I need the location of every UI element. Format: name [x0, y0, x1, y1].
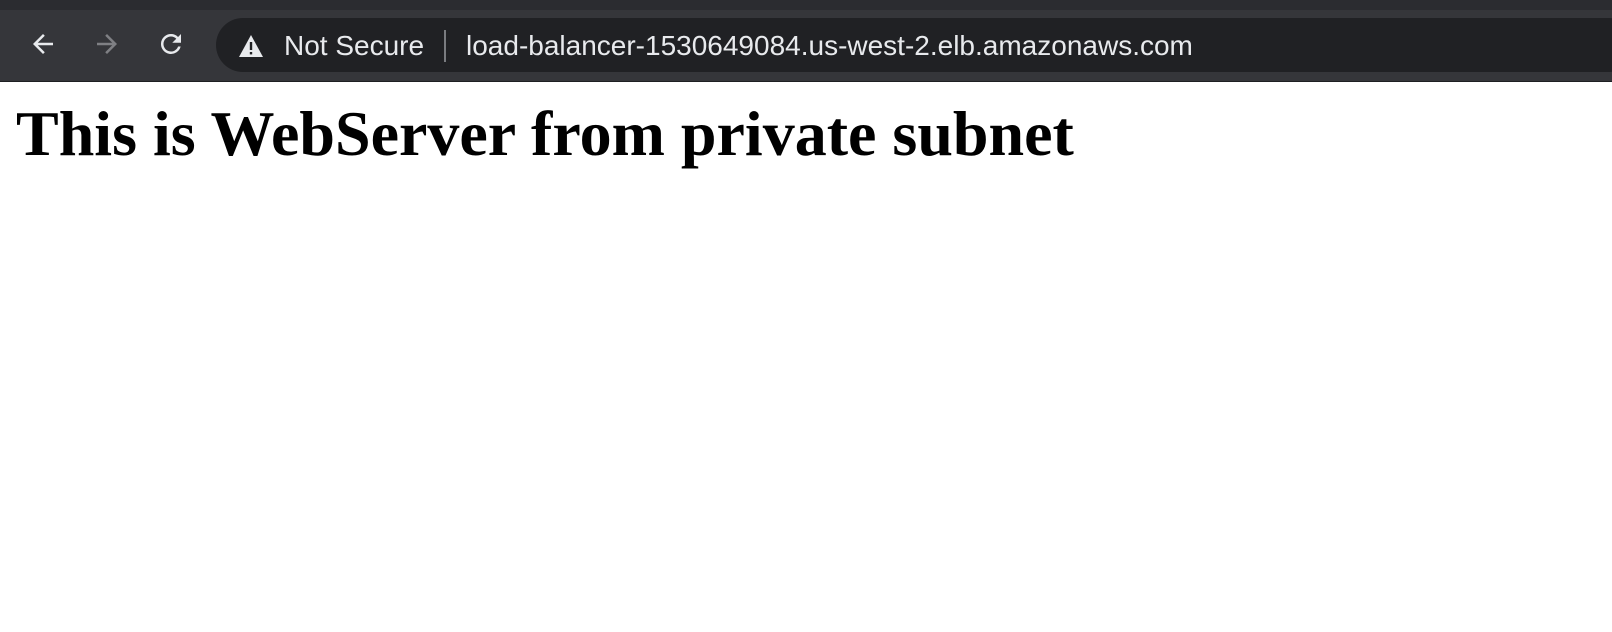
reload-icon [160, 33, 181, 54]
url-text[interactable]: load-balancer-1530649084.us-west-2.elb.a… [466, 30, 1193, 62]
browser-frame-top [0, 0, 1612, 10]
back-button[interactable] [25, 26, 61, 62]
arrow-left-icon [33, 34, 53, 54]
arrow-right-icon [97, 34, 117, 54]
forward-button[interactable] [89, 26, 125, 62]
reload-button[interactable] [153, 26, 189, 62]
security-status-label[interactable]: Not Secure [284, 30, 424, 62]
page-heading: This is WebServer from private subnet [16, 98, 1074, 169]
warning-triangle-icon[interactable] [238, 34, 264, 58]
omnibox-divider [444, 30, 446, 62]
page-content: This is WebServer from private subnet [0, 82, 1612, 632]
browser-toolbar: Not Secure load-balancer-1530649084.us-w… [0, 10, 1612, 82]
address-bar[interactable]: Not Secure load-balancer-1530649084.us-w… [216, 18, 1612, 72]
